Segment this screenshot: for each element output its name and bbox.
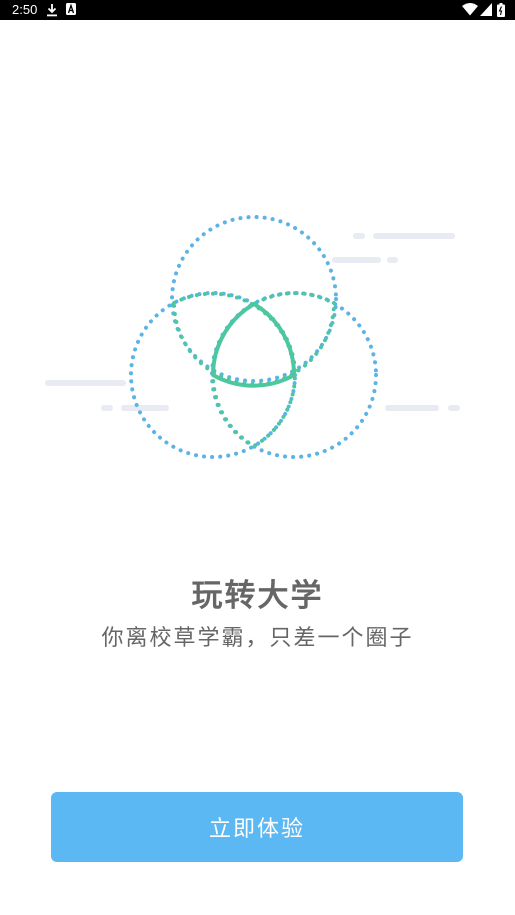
text-a-icon <box>66 3 76 15</box>
welcome-title: 玩转大学 <box>191 578 324 614</box>
venn-overlap-top-right <box>210 291 337 387</box>
status-bar: 2:50 <box>0 0 515 20</box>
battery-icon <box>497 3 505 17</box>
venn-illustration <box>45 215 460 459</box>
status-time: 2:50 <box>12 2 38 17</box>
download-icon <box>47 4 57 17</box>
venn-center-region <box>211 302 297 388</box>
try-now-button[interactable]: 立即体验 <box>51 792 463 862</box>
venn-overlap-top-left <box>171 291 297 387</box>
welcome-subtitle: 你离校草学霸，只差一个圈子 <box>101 626 414 651</box>
wifi-icon <box>462 3 478 16</box>
signal-icon <box>480 3 492 16</box>
